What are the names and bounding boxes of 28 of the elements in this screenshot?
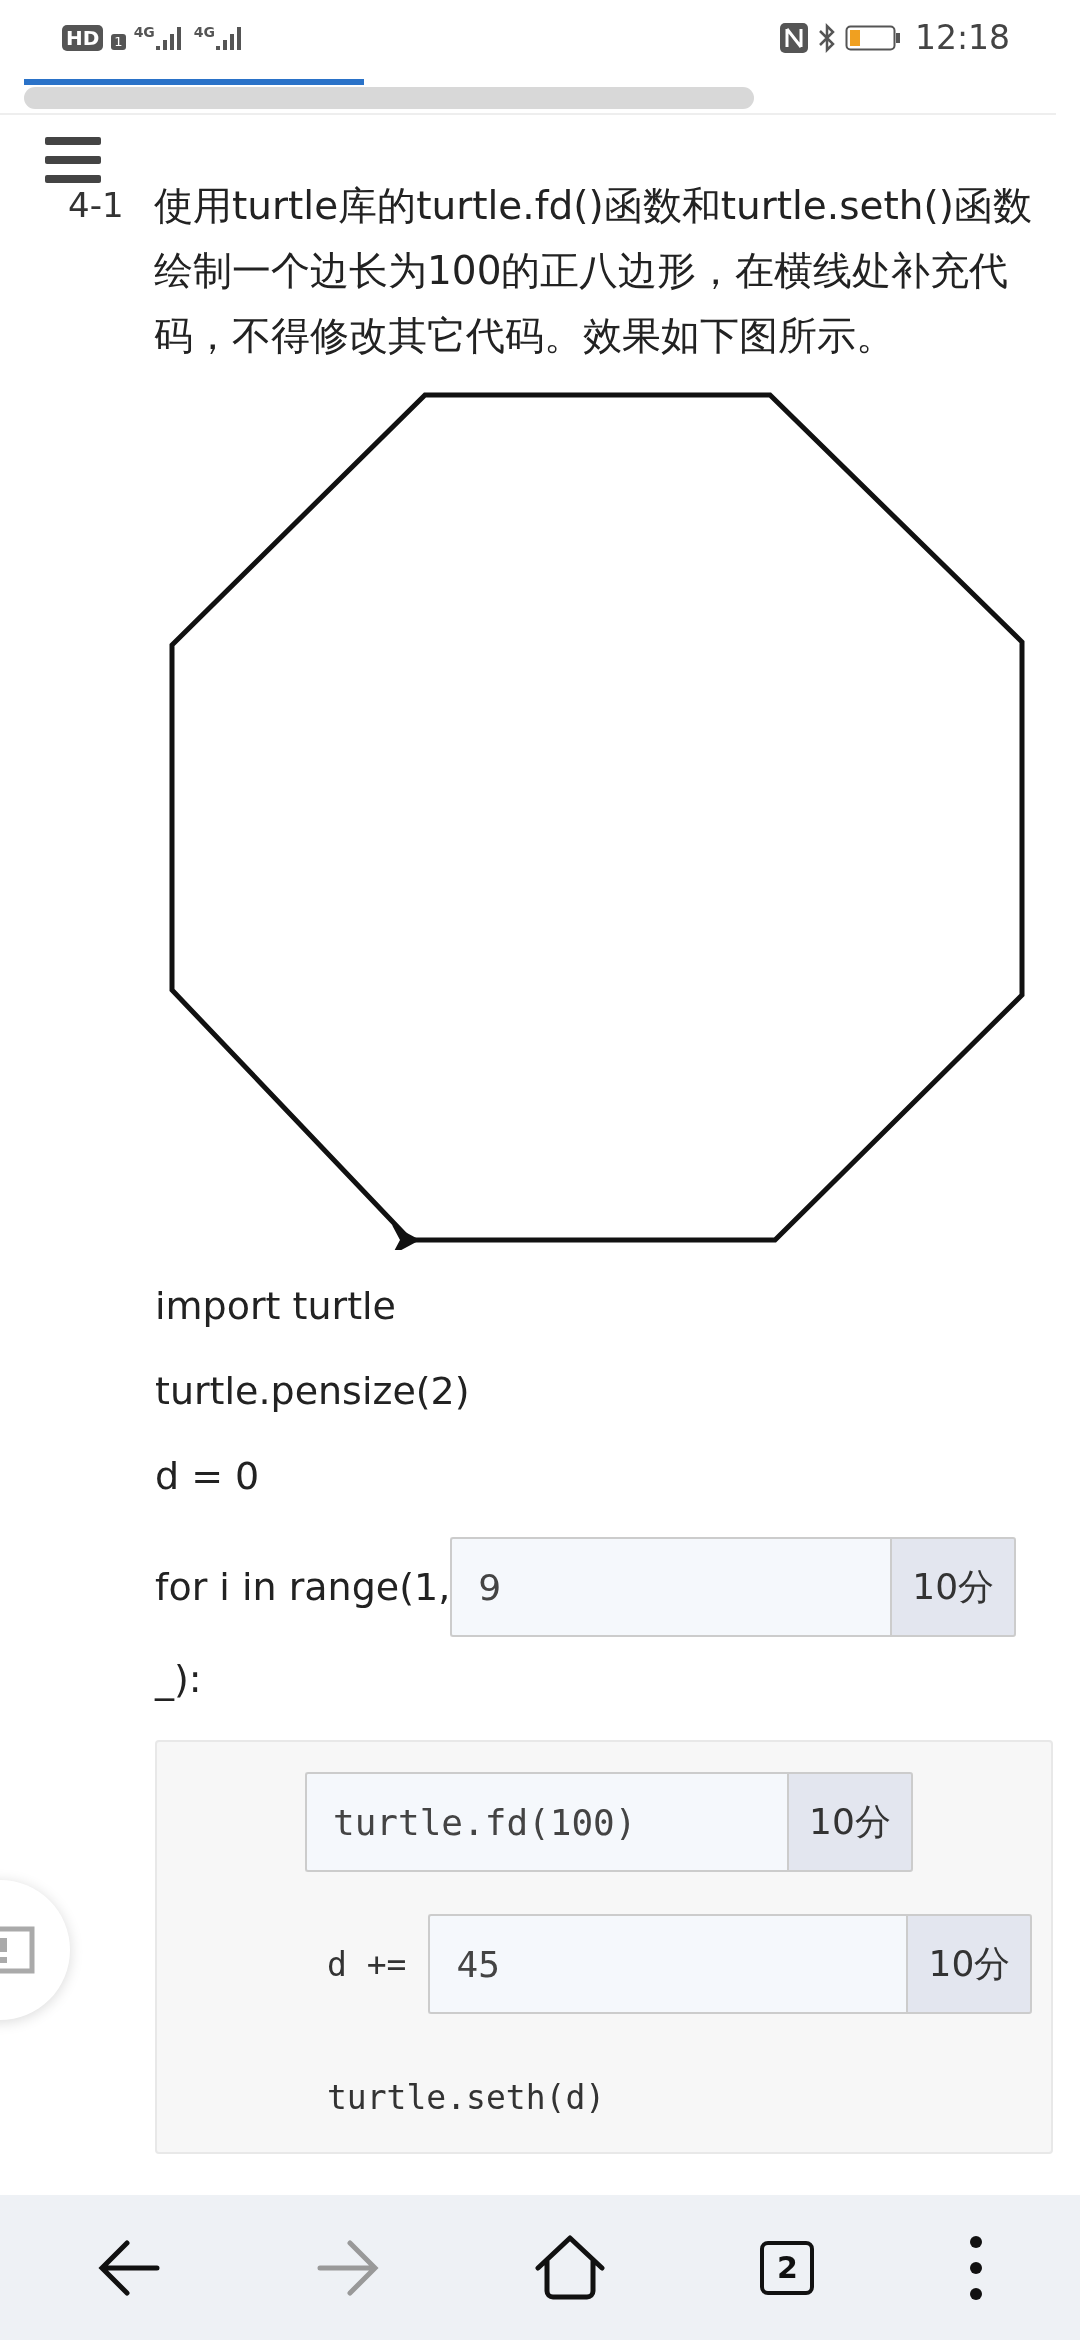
code-line: d = 0 <box>155 1453 261 1500</box>
score-label: 10分 <box>787 1772 913 1872</box>
score-label: 10分 <box>906 1914 1033 2014</box>
answer-field[interactable]: turtle.fd(100) <box>305 1772 787 1872</box>
home-icon[interactable] <box>533 2234 606 2301</box>
back-icon[interactable] <box>97 2238 162 2297</box>
clock-time: 12:18 <box>914 18 1010 57</box>
bluetooth-icon <box>816 21 837 54</box>
menu-icon[interactable] <box>45 137 101 183</box>
network-label: 4G <box>193 23 216 40</box>
battery-icon <box>844 23 901 52</box>
nfc-icon <box>778 21 809 54</box>
question-number: 4-1 <box>68 184 125 227</box>
code-line: turtle.pensize(2) <box>155 1368 471 1415</box>
code-line: import turtle <box>155 1283 397 1330</box>
code-line: turtle.seth(d) <box>327 2077 607 2119</box>
code-line: _): <box>155 1656 203 1703</box>
answer-field[interactable]: 45 <box>428 1914 907 2014</box>
answer-field[interactable]: 9 <box>450 1537 891 1637</box>
score-label: 10分 <box>890 1537 1017 1637</box>
question-text: 使用turtle库的turtle.fd()函数和turtle.seth()函数绘制一个边长为100的正八边形，在横线处补充代码，不得修改其它代码。效果如下图所示。 <box>154 182 1033 360</box>
tabs-button[interactable]: 2 <box>760 2240 815 2295</box>
code-line: for i in range(1, <box>155 1565 451 1609</box>
more-icon[interactable] <box>968 2234 983 2301</box>
hd-badge: HD <box>62 24 104 51</box>
code-line: d += <box>327 1944 407 1984</box>
network-label: 4G <box>133 23 155 40</box>
sim-badge: 1 <box>111 33 126 50</box>
